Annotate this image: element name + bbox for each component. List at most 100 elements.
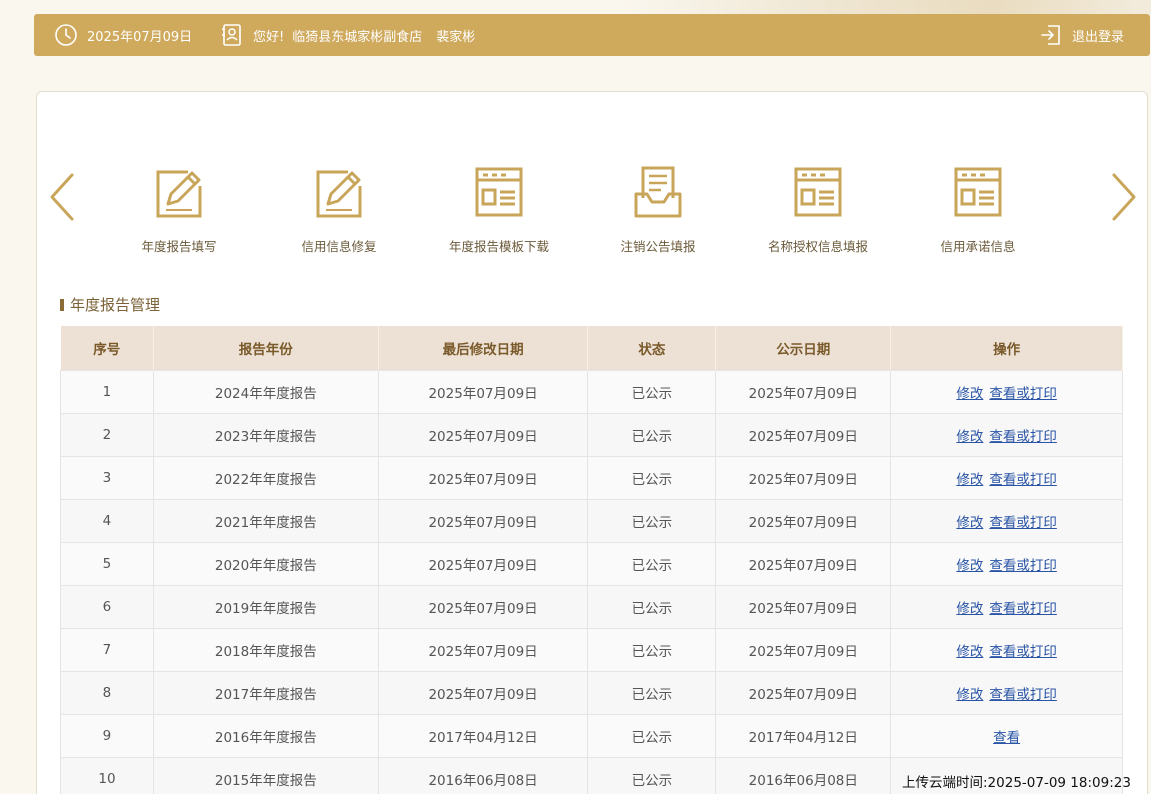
shortcut-label: 信用承诺信息 (940, 239, 1016, 254)
cell-year: 2024年年度报告 (152, 369, 379, 414)
cell-modified: 2025年07月09日 (377, 584, 589, 629)
cell-modified: 2025年07月09日 (377, 498, 589, 543)
template-window-icon (475, 167, 523, 217)
logout-icon (1039, 23, 1063, 47)
cell-status: 已公示 (587, 627, 717, 672)
clock-icon (54, 23, 78, 47)
cell-published: 2025年07月09日 (715, 670, 892, 715)
cell-year: 2017年年度报告 (152, 670, 379, 715)
table-row: 2 2023年年度报告 2025年07月09日 已公示 2025年07月09日 修改 查看或… (60, 412, 1123, 457)
cell-actions: 修改 查看或打印 (890, 627, 1123, 672)
shortcut-name-authorization[interactable]: 名称授权信息填报 (738, 164, 898, 260)
cell-status: 已公示 (587, 713, 717, 758)
edit-link[interactable]: 修改 (956, 515, 983, 531)
table-body: 1 2024年年度报告 2025年07月09日 已公示 2025年07月09日 修改 查看或… (60, 369, 1123, 794)
view-link[interactable]: 查看 (993, 730, 1020, 746)
shortcut-credit-repair[interactable]: 信用信息修复 (259, 164, 419, 260)
carousel-prev-button[interactable] (47, 172, 77, 222)
view-print-link[interactable]: 查看或打印 (989, 429, 1057, 445)
table-row: 9 2016年年度报告 2017年04月12日 已公示 2017年04月12日 查看 (60, 713, 1123, 758)
shortcut-cancellation-notice[interactable]: 注销公告填报 (578, 164, 738, 260)
edit-link[interactable]: 修改 (956, 429, 983, 445)
logout-label: 退出登录 (1071, 29, 1124, 45)
edit-link[interactable]: 修改 (956, 558, 983, 574)
view-print-link[interactable]: 查看或打印 (989, 386, 1057, 402)
cell-actions: 修改 查看或打印 (890, 584, 1123, 629)
edit-link[interactable]: 修改 (956, 644, 983, 660)
user-card-icon (220, 23, 244, 47)
cell-modified: 2025年07月09日 (377, 670, 589, 715)
cell-no: 5 (60, 541, 154, 586)
chevron-right-icon (1112, 173, 1136, 221)
edit-link[interactable]: 修改 (956, 601, 983, 617)
edit-link[interactable]: 修改 (956, 472, 983, 488)
cell-status: 已公示 (587, 498, 717, 543)
store-name: 临猗县东城家彬副食店 (292, 29, 423, 45)
cell-status: 已公示 (587, 369, 717, 414)
edit-form-icon (316, 170, 362, 218)
cell-no: 10 (60, 756, 154, 794)
logout-button[interactable]: 退出登录 (1039, 23, 1124, 47)
cell-year: 2022年年度报告 (152, 455, 379, 500)
cell-status: 已公示 (587, 756, 717, 794)
view-print-link[interactable]: 查看或打印 (989, 515, 1057, 531)
top-decoration (620, 0, 1151, 14)
header-date: 2025年07月09日 (54, 23, 192, 47)
view-print-link[interactable]: 查看或打印 (989, 644, 1057, 660)
shortcut-credit-commitment[interactable]: 信用承诺信息 (898, 164, 1058, 260)
template-window-icon (954, 167, 1002, 217)
cell-no: 1 (60, 369, 154, 414)
shortcut-label: 年度报告填写 (141, 239, 217, 254)
table-row: 7 2018年年度报告 2025年07月09日 已公示 2025年07月09日 修改 查看或… (60, 627, 1123, 672)
cell-modified: 2017年04月12日 (377, 713, 589, 758)
view-print-link[interactable]: 查看或打印 (989, 687, 1057, 703)
column-header-year: 报告年份 (153, 326, 379, 370)
cell-modified: 2025年07月09日 (377, 455, 589, 500)
column-header-no: 序号 (60, 326, 154, 370)
edit-link[interactable]: 修改 (956, 386, 983, 402)
cell-no: 6 (60, 584, 154, 629)
shortcut-label: 信用信息修复 (301, 239, 377, 254)
table-row: 3 2022年年度报告 2025年07月09日 已公示 2025年07月09日 修改 查看或… (60, 455, 1123, 500)
cell-year: 2023年年度报告 (152, 412, 379, 457)
cell-year: 2016年年度报告 (152, 713, 379, 758)
user-name: 裴家彬 (436, 29, 476, 45)
cell-published: 2025年07月09日 (715, 627, 892, 672)
shortcut-annual-report-fill[interactable]: 年度报告填写 (99, 164, 259, 260)
cell-no: 8 (60, 670, 154, 715)
section-title-marker (60, 298, 64, 311)
view-print-link[interactable]: 查看或打印 (989, 601, 1057, 617)
view-print-link[interactable]: 查看或打印 (989, 558, 1057, 574)
cell-published: 2016年06月08日 (715, 756, 892, 794)
edit-form-icon (156, 170, 202, 218)
header-greeting: 您好! 临猗县东城家彬副食店 裴家彬 (220, 23, 475, 47)
section-title-text: 年度报告管理 (70, 296, 161, 314)
greeting-text: 您好! (253, 29, 285, 45)
edit-link[interactable]: 修改 (956, 687, 983, 703)
table-row: 1 2024年年度报告 2025年07月09日 已公示 2025年07月09日 修改 查看或… (60, 369, 1123, 414)
chevron-left-icon (50, 173, 74, 221)
view-print-link[interactable]: 查看或打印 (989, 472, 1057, 488)
cell-published: 2025年07月09日 (715, 498, 892, 543)
cell-status: 已公示 (587, 670, 717, 715)
cell-no: 3 (60, 455, 154, 500)
cell-actions: 修改 查看或打印 (890, 541, 1123, 586)
cell-year: 2019年年度报告 (152, 584, 379, 629)
table-row: 6 2019年年度报告 2025年07月09日 已公示 2025年07月09日 修改 查看或… (60, 584, 1123, 629)
shortcut-label: 注销公告填报 (620, 239, 696, 254)
annual-report-table: 序号 报告年份 最后修改日期 状态 公示日期 操作 1 2024年年度报告 2025… (60, 326, 1123, 794)
cell-modified: 2025年07月09日 (377, 541, 589, 586)
cell-year: 2020年年度报告 (152, 541, 379, 586)
column-header-published: 公示日期 (715, 326, 892, 370)
main-card: 年度报告填写 信用信息修复 年度报告模板下载 注销公告填报 名称授权信息填报 信… (36, 91, 1148, 794)
cell-actions: 修改 查看或打印 (890, 670, 1123, 715)
upload-time: 上传云端时间:2025-07-09 18:09:23 (902, 775, 1131, 791)
shortcut-template-download[interactable]: 年度报告模板下载 (419, 164, 579, 260)
cell-year: 2018年年度报告 (152, 627, 379, 672)
carousel-next-button[interactable] (1109, 172, 1139, 222)
cell-published: 2025年07月09日 (715, 455, 892, 500)
cell-no: 2 (60, 412, 154, 457)
cell-year: 2015年年度报告 (152, 756, 379, 794)
table-header-row: 序号 报告年份 最后修改日期 状态 公示日期 操作 (60, 326, 1123, 370)
cell-published: 2025年07月09日 (715, 584, 892, 629)
